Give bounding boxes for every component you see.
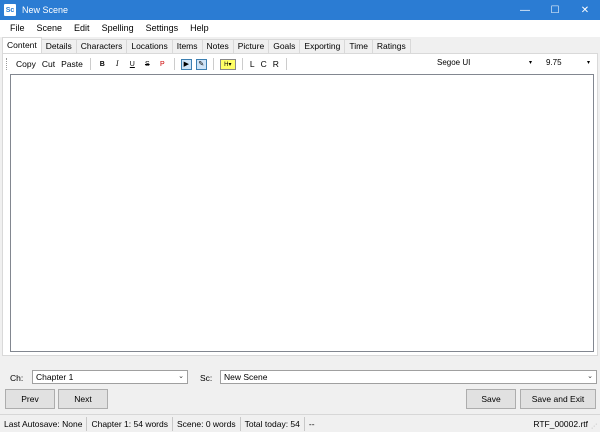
window-controls: — ☐ ✕ (510, 0, 600, 20)
font-select[interactable]: Segoe UI ▾ (433, 56, 536, 69)
chevron-down-icon: ⌄ (587, 373, 593, 380)
toolbar-separator (241, 58, 243, 70)
chevron-down-icon: ▾ (586, 60, 590, 66)
tab-exporting[interactable]: Exporting (299, 39, 346, 53)
tab-notes[interactable]: Notes (201, 39, 234, 53)
copy-button[interactable]: Copy (13, 57, 39, 71)
status-autosave: Last Autosave: None (0, 416, 88, 431)
highlight-icon[interactable]: H▾ (219, 58, 236, 70)
app-icon: Sc (4, 4, 16, 16)
chapter-label: Ch: (10, 373, 24, 383)
status-extra: -- (308, 418, 315, 429)
font-size-value: 9.75 (546, 58, 562, 67)
menu-settings[interactable]: Settings (140, 20, 185, 37)
tab-time[interactable]: Time (344, 39, 373, 53)
scene-select[interactable]: New Scene ⌄ (220, 370, 597, 384)
strikethrough-icon[interactable]: S (142, 59, 153, 70)
paste-button[interactable]: Paste (58, 57, 86, 71)
tab-characters[interactable]: Characters (75, 39, 128, 53)
font-select-value: Segoe UI (437, 58, 471, 67)
status-chapter-words: Chapter 1: 54 words (87, 416, 173, 431)
play-icon[interactable]: ▶ (180, 58, 192, 70)
tab-locations[interactable]: Locations (126, 39, 173, 53)
toolbar-separator (212, 58, 214, 70)
menu-help[interactable]: Help (184, 20, 215, 37)
window-title: New Scene (22, 5, 69, 15)
chapter-select-value: Chapter 1 (36, 372, 74, 382)
text-color-icon[interactable]: P (157, 59, 168, 70)
status-total-today: Total today: 54 (241, 416, 305, 431)
menu-scene[interactable]: Scene (31, 20, 69, 37)
underline-icon[interactable]: U (127, 59, 138, 70)
toolbar-separator (89, 58, 91, 70)
close-button[interactable]: ✕ (570, 0, 600, 20)
chapter-select[interactable]: Chapter 1 ⌄ (32, 370, 188, 384)
scene-label: Sc: (200, 373, 213, 383)
prev-button[interactable]: Prev (5, 389, 55, 409)
chevron-down-icon: ⌄ (178, 373, 184, 380)
toolbar-grip[interactable] (6, 58, 9, 70)
next-button[interactable]: Next (58, 389, 108, 409)
menu-spelling[interactable]: Spelling (96, 20, 140, 37)
title-bar: Sc New Scene — ☐ ✕ (0, 0, 600, 20)
align-center-button[interactable]: C (258, 57, 270, 71)
align-right-button[interactable]: R (270, 57, 282, 71)
maximize-button[interactable]: ☐ (540, 0, 570, 20)
italic-icon[interactable]: I (112, 59, 123, 70)
cut-button[interactable]: Cut (39, 57, 58, 71)
menu-file[interactable]: File (4, 20, 31, 37)
save-and-exit-button[interactable]: Save and Exit (520, 389, 596, 409)
tab-goals[interactable]: Goals (268, 39, 301, 53)
font-size-select[interactable]: 9.75 ▾ (542, 56, 594, 69)
scene-select-value: New Scene (224, 372, 268, 382)
status-bar: Last Autosave: None Chapter 1: 54 words … (0, 414, 600, 432)
minimize-button[interactable]: — (510, 0, 540, 20)
tab-picture[interactable]: Picture (232, 39, 270, 53)
scene-text-editor[interactable] (10, 74, 594, 352)
pen-icon[interactable]: ✎ (195, 58, 207, 70)
status-scene-words: Scene: 0 words (173, 416, 241, 431)
save-button[interactable]: Save (466, 389, 516, 409)
menu-edit[interactable]: Edit (68, 20, 96, 37)
tab-strip: Content Details Characters Locations Ite… (2, 37, 598, 54)
toolbar-separator (285, 58, 287, 70)
resize-grip-icon[interactable]: ⋰ (591, 423, 599, 431)
content-panel: Copy Cut Paste B I U S P ▶ ✎ H▾ L C R Se… (2, 54, 598, 356)
tab-items[interactable]: Items (171, 39, 203, 53)
align-left-button[interactable]: L (247, 57, 258, 71)
chevron-down-icon: ▾ (528, 60, 532, 66)
toolbar-separator (173, 58, 175, 70)
tab-details[interactable]: Details (40, 39, 77, 53)
menu-bar: File Scene Edit Spelling Settings Help (0, 20, 600, 37)
tab-content[interactable]: Content (2, 37, 42, 53)
tab-ratings[interactable]: Ratings (371, 39, 411, 53)
bold-icon[interactable]: B (97, 59, 108, 70)
status-filename: RTF_00002.rtf (533, 419, 588, 429)
